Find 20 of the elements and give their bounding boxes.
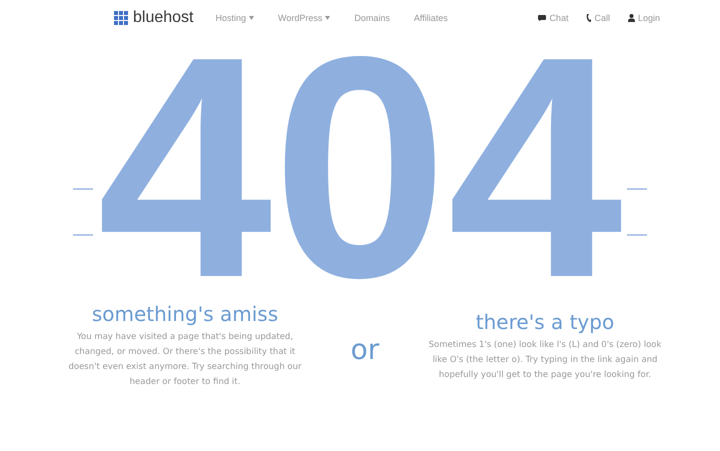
chat-bubble-icon [538,15,546,21]
left-heading: something's amiss [90,302,280,326]
grid-logo-icon [114,10,129,26]
nav-action-link[interactable]: Call [586,13,610,23]
or-separator: or [350,332,380,366]
nav-link[interactable]: Affiliates [414,13,448,23]
brand-logo[interactable]: bluehost [133,9,194,27]
right-paragraph: Sometimes 1's (one) look like l's (L) and 0's (zero) look like O's (the letter o). Try typing in the link again and hopefully you'll get to the page you're looking for. [428,338,662,382]
nav-link[interactable]: WordPress [278,13,330,23]
guide-lines-drawing [626,187,647,237]
user-icon [628,14,635,22]
error-code: 404 [97,42,623,292]
nav-action-link[interactable]: Chat [538,13,568,23]
nav-link[interactable]: Domains [354,13,390,23]
right-heading: there's a typo [474,310,616,334]
phone-icon [586,14,592,22]
nav-action-link[interactable]: Login [628,13,660,23]
left-paragraph: You may have visited a page that's being updated, changed, or moved. Or there's the possibility that it doesn't even exist anymore. Try searching through our header or footer to find it. [67,331,302,389]
nav-link[interactable]: Hosting [216,13,254,23]
guide-lines-drawing [73,187,94,237]
